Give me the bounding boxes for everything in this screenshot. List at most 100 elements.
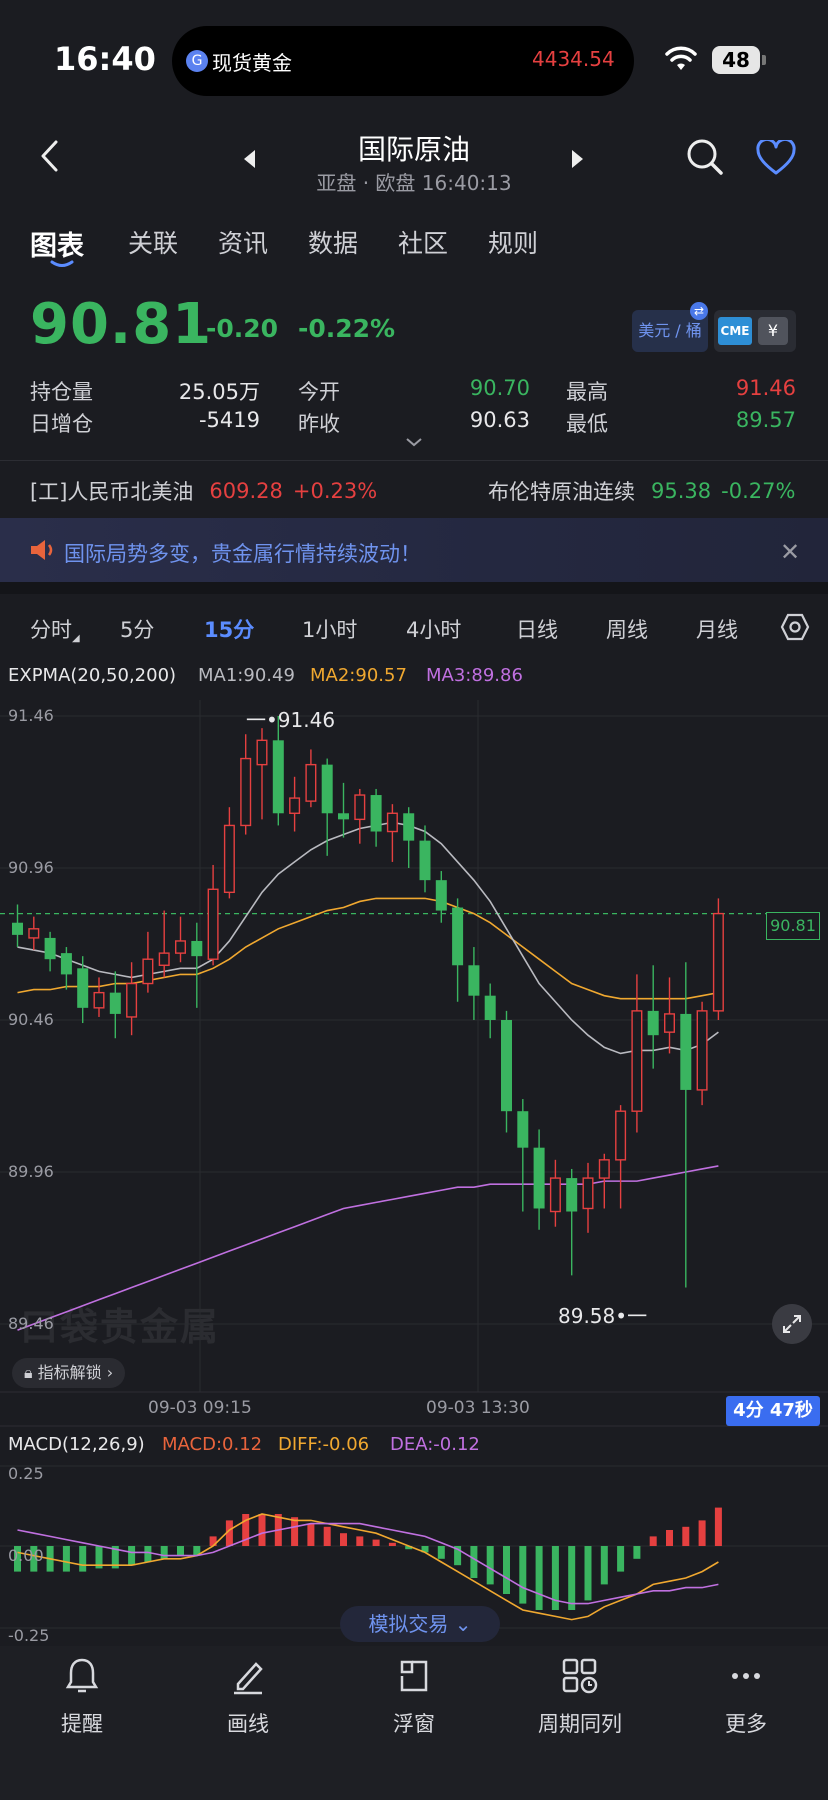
candle-body: [93, 991, 105, 1009]
candle-body: [28, 928, 40, 939]
stat-prev-close: 90.63: [469, 408, 530, 432]
candle-body: [174, 940, 186, 954]
current-price-tag: 90.81: [766, 912, 820, 940]
simulated-trade-button[interactable]: 模拟交易 ⌄: [340, 1606, 500, 1642]
macd-bar: [698, 1520, 706, 1546]
favorite-heart-icon[interactable]: [756, 140, 796, 176]
swap-icon: ⇄: [690, 302, 708, 320]
candle-body: [191, 940, 203, 957]
macd-bar: [160, 1546, 168, 1559]
low-marker-value: 89.58: [558, 1304, 616, 1328]
macd-bar: [356, 1536, 364, 1546]
tab-related[interactable]: 关联: [128, 224, 178, 260]
fullscreen-icon[interactable]: [772, 1304, 812, 1344]
nav-more[interactable]: 更多: [676, 1656, 816, 1738]
nav-label: 画线: [227, 1712, 269, 1736]
candle-body: [484, 995, 496, 1020]
stat-high: 91.46: [735, 376, 796, 400]
tab-rules[interactable]: 规则: [488, 224, 538, 260]
candle-body: [338, 813, 349, 820]
related-symbol-right[interactable]: 布伦特原油连续 95.38 -0.27%: [488, 476, 795, 506]
macd-bar: [470, 1546, 478, 1578]
nav-multi-period[interactable]: 周期同列: [510, 1656, 650, 1738]
stat-open: 90.70: [469, 376, 530, 400]
indicator-unlock-button[interactable]: 🔒︎ 指标解锁 ›: [12, 1358, 126, 1388]
candle-body: [566, 1178, 578, 1212]
macd-bar: [584, 1546, 592, 1601]
candle-body: [501, 1020, 512, 1112]
stat-label: 最低: [566, 412, 608, 436]
notice-text: 国际局势多变，贵金属行情持续波动！: [64, 542, 421, 566]
candle-body: [207, 888, 219, 960]
dea-value: DEA:-0.12: [390, 1434, 480, 1455]
macd-bar: [535, 1546, 543, 1610]
price-change-percent: -0.22%: [298, 314, 396, 343]
chevron-down-icon[interactable]: [404, 436, 424, 448]
close-icon[interactable]: ✕: [780, 538, 800, 566]
macd-bar: [372, 1539, 380, 1546]
related-name: 布伦特原油连续: [488, 480, 635, 504]
candle-body: [256, 739, 268, 766]
time-axis-label: 09-03 09:15: [148, 1398, 252, 1418]
macd-bar: [519, 1546, 527, 1604]
macd-bar: [503, 1546, 510, 1594]
ema-lines: [17, 821, 719, 1331]
nav-label: 周期同列: [538, 1712, 622, 1736]
stat-daily-change: -5419: [198, 408, 260, 432]
period-tab-5m[interactable]: 5分: [120, 614, 154, 644]
macd-bar: [714, 1507, 722, 1546]
next-symbol-icon[interactable]: [572, 150, 583, 168]
nav-float-window[interactable]: 浮窗: [344, 1656, 484, 1738]
period-tab-week[interactable]: 周线: [606, 614, 648, 644]
macd-bar: [388, 1542, 396, 1546]
period-tab-4h[interactable]: 4小时: [406, 614, 461, 644]
macd-bar: [340, 1533, 347, 1546]
macd-bar: [682, 1526, 690, 1546]
stat-label: 昨收: [298, 412, 340, 436]
float-window-icon: [400, 1660, 428, 1692]
grid-clock-icon: [562, 1658, 598, 1694]
candle-body: [77, 968, 89, 1008]
price-axis-label: 89.46: [8, 1314, 54, 1333]
candle-body: [142, 958, 154, 985]
related-name: [工]人民币北美油: [30, 480, 194, 504]
low-marker: 89.58•一: [558, 1304, 648, 1328]
related-symbol-left[interactable]: [工]人民币北美油 609.28 +0.23%: [30, 476, 377, 506]
divider: [0, 460, 828, 461]
battery-level: 48: [712, 46, 760, 74]
related-pct: +0.23%: [292, 479, 378, 503]
period-tab-day[interactable]: 日线: [516, 614, 558, 644]
chart-settings-icon[interactable]: [780, 612, 810, 642]
tab-news[interactable]: 资讯: [218, 224, 268, 260]
tab-community[interactable]: 社区: [398, 224, 448, 260]
nav-draw[interactable]: 画线: [178, 1656, 318, 1738]
candle-body: [289, 797, 301, 814]
macd-bar: [144, 1546, 152, 1562]
macd-bar: [666, 1530, 673, 1546]
tab-chart[interactable]: 图表: [30, 224, 84, 263]
search-icon[interactable]: [686, 138, 724, 176]
macd-name[interactable]: MACD(12,26,9): [8, 1434, 145, 1455]
period-tab-1h[interactable]: 1小时: [302, 614, 357, 644]
dropdown-triangle-icon: ◢: [72, 633, 80, 644]
period-tab-15m[interactable]: 15分: [204, 614, 254, 644]
macd-bar: [307, 1523, 315, 1546]
candle-body: [272, 740, 284, 814]
period-tab-intraday[interactable]: 分时◢: [30, 614, 80, 644]
macd-bar: [62, 1546, 70, 1572]
tab-data[interactable]: 数据: [308, 224, 358, 260]
price-change: -0.20: [206, 314, 279, 343]
candlestick-chart[interactable]: [0, 660, 828, 1660]
battery-tip: [762, 55, 766, 65]
macd-axis-label: -0.25: [8, 1626, 50, 1645]
macd-bar: [177, 1546, 184, 1556]
macd-value: MACD:0.12: [162, 1434, 263, 1455]
sim-trade-label: 模拟交易: [368, 1612, 449, 1636]
diff-value: DIFF:-0.06: [278, 1434, 370, 1455]
last-price: 90.81: [30, 292, 213, 357]
cme-logo: CME: [718, 317, 752, 345]
price-axis-label: 90.96: [8, 858, 54, 877]
stat-low: 89.57: [735, 408, 796, 432]
nav-alert[interactable]: 提醒: [12, 1656, 152, 1738]
period-tab-month[interactable]: 月线: [696, 614, 738, 644]
